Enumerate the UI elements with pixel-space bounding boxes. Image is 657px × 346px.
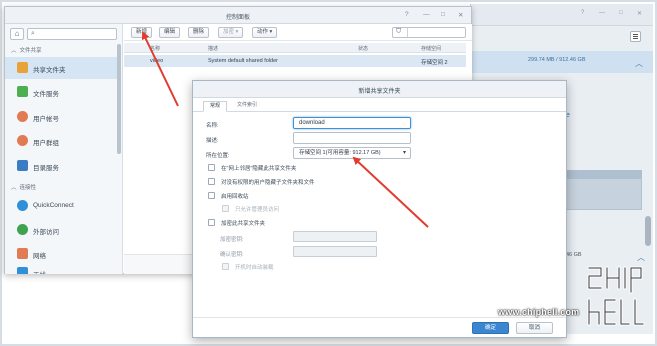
sidebar-item-user-group[interactable]: 用户群组 [5,130,117,152]
sidebar-item-shared-folder[interactable]: 共享文件夹 [5,57,117,79]
minimize-icon[interactable]: — [599,10,605,16]
encrypt-dropdown[interactable]: 加密 ▾ [218,27,244,38]
shared-folder-icon [17,62,28,73]
background-scrollbar[interactable] [645,216,651,246]
location-select[interactable]: 存储空间 1(可用容量: 912.17 GB) ▾ [293,147,411,159]
filter-divider [407,28,408,37]
location-label: 所在位置: [206,153,230,159]
column-status[interactable]: 状态 [358,45,368,52]
section-file-sharing[interactable]: ︿ 文件共享 [11,46,42,54]
hide-network-neighborhood-label: 在"网上邻居"隐藏此共享文件夹 [221,166,297,172]
sidebar-item-user-account[interactable]: 用户帐号 [5,106,117,128]
user-group-icon [17,135,28,146]
edit-button[interactable]: 编辑 [159,27,181,38]
hide-subfolders-label: 对没有权限的用户隐藏子文件夹和文件 [221,180,315,186]
menu-icon[interactable] [630,31,641,42]
row-name: video [150,58,164,64]
close-icon[interactable]: ✕ [637,10,642,17]
wireless-icon [17,267,28,274]
help-icon[interactable]: ? [405,11,409,18]
create-button[interactable]: 新增 [131,27,153,38]
hide-subfolders-checkbox[interactable] [208,178,215,185]
background-card-header [566,170,642,179]
hide-network-neighborhood-checkbox[interactable] [208,164,215,171]
chiphell-logo [587,266,645,326]
enable-recycle-bin-checkbox[interactable] [208,192,215,199]
background-titlebar: ? — □ ✕ [471,4,653,26]
tab-general[interactable]: 常规 [203,101,228,112]
search-icon: ⌕ [31,30,35,37]
background-toolbar [471,26,653,48]
dialog-title: 新增共享文件夹 [358,89,401,95]
section-connectivity[interactable]: ︿ 连接性 [11,183,36,191]
external-access-icon [17,224,28,235]
row-description: System default shared folder [208,58,279,64]
close-icon[interactable]: ✕ [458,11,463,19]
action-dropdown[interactable]: 动作 ▾ [252,27,278,38]
caret-up-icon: ︿ [11,48,17,54]
name-field[interactable]: download [293,117,411,129]
quickconnect-icon [17,200,28,211]
location-value: 存储空间 1(可用容量: 912.17 GB) [299,150,381,156]
maximize-icon[interactable]: □ [441,11,445,18]
confirm-key-label: 确认密钥: [220,252,244,258]
sidebar: ⌂ ⌕ ︿ 文件共享 共享文件夹 文件服务 用户帐号 用户群组 目录服务 ︿ 连接 [5,24,123,274]
sidebar-item-network[interactable]: 网络 [5,243,117,265]
column-name[interactable]: 名称 [150,45,160,52]
auto-mount-checkbox[interactable] [222,263,229,270]
search-input[interactable]: ⌕ [27,28,117,40]
user-account-icon [17,111,28,122]
delete-button[interactable]: 删除 [188,27,210,38]
column-description[interactable]: 描述 [208,45,218,52]
description-label: 描述: [206,138,219,144]
create-shared-folder-dialog: 新增共享文件夹 常规 文件索引 名称: download 描述: 所在位置: 存… [192,80,567,338]
encryption-key-label: 加密密钥: [220,237,244,243]
minimize-icon[interactable]: — [423,11,430,18]
chevron-up-icon[interactable]: ︿ [635,58,643,69]
filter-input[interactable]: ⛉ [392,27,466,38]
enable-recycle-bin-label: 启用回收站 [221,194,249,200]
filter-icon: ⛉ [396,28,402,35]
encrypt-folder-label: 加密此共享文件夹 [221,221,266,227]
sidebar-item-directory-service[interactable]: 目录服务 [5,155,117,177]
description-field[interactable] [293,132,411,144]
sidebar-item-quickconnect[interactable]: QuickConnect [5,195,117,217]
sidebar-item-external-access[interactable]: 外部访问 [5,219,117,241]
bottom-usage: 46 GB [566,252,582,258]
watermark-url: www.chiphell.com [498,307,580,317]
home-icon[interactable]: ⌂ [10,28,24,40]
dialog-footer: 确定 取消 [193,317,566,337]
help-icon[interactable]: ? [581,10,584,16]
encrypt-folder-checkbox[interactable] [208,219,215,226]
sidebar-scrollbar[interactable] [117,44,121,154]
maximize-icon[interactable]: □ [619,10,623,16]
admin-only-checkbox[interactable] [222,205,229,212]
caret-up-icon: ︿ [11,185,17,191]
auto-mount-label: 开机时自动装载 [235,265,274,271]
file-services-icon [17,86,28,97]
tab-file-index[interactable]: 文件索引 [231,101,263,112]
volume-usage: 299.74 MB / 912.46 GB [528,57,586,63]
table-header: 名称 描述 状态 存储空间 [124,43,466,53]
toolbar: 新增 编辑 删除 加密 ▾ 动作 ▾ ⛉ [124,24,472,41]
sidebar-item-wireless[interactable]: 无线 [5,264,117,274]
name-label: 名称: [206,123,219,129]
dialog-tabs: 常规 文件索引 [193,98,566,112]
ok-button[interactable]: 确定 [472,322,509,334]
cancel-button[interactable]: 取消 [516,322,553,334]
confirm-key-field[interactable] [293,246,377,257]
dialog-titlebar: 新增共享文件夹 [193,81,566,98]
network-icon [17,248,28,259]
window-title: 控制面板 [225,15,250,21]
admin-only-label: 只允许管理员访问 [235,207,280,213]
row-volume: 存储空间 2 [421,60,448,66]
column-volume[interactable]: 存储空间 [421,45,441,52]
table-row[interactable]: video System default shared folder 存储空间 … [124,55,466,67]
dropdown-arrow-icon: ▾ [402,150,406,156]
encryption-key-field[interactable] [293,231,377,242]
directory-service-icon [17,160,28,171]
sidebar-item-file-services[interactable]: 文件服务 [5,81,117,103]
control-panel-titlebar: 控制面板 ? — □ ✕ [5,7,471,24]
